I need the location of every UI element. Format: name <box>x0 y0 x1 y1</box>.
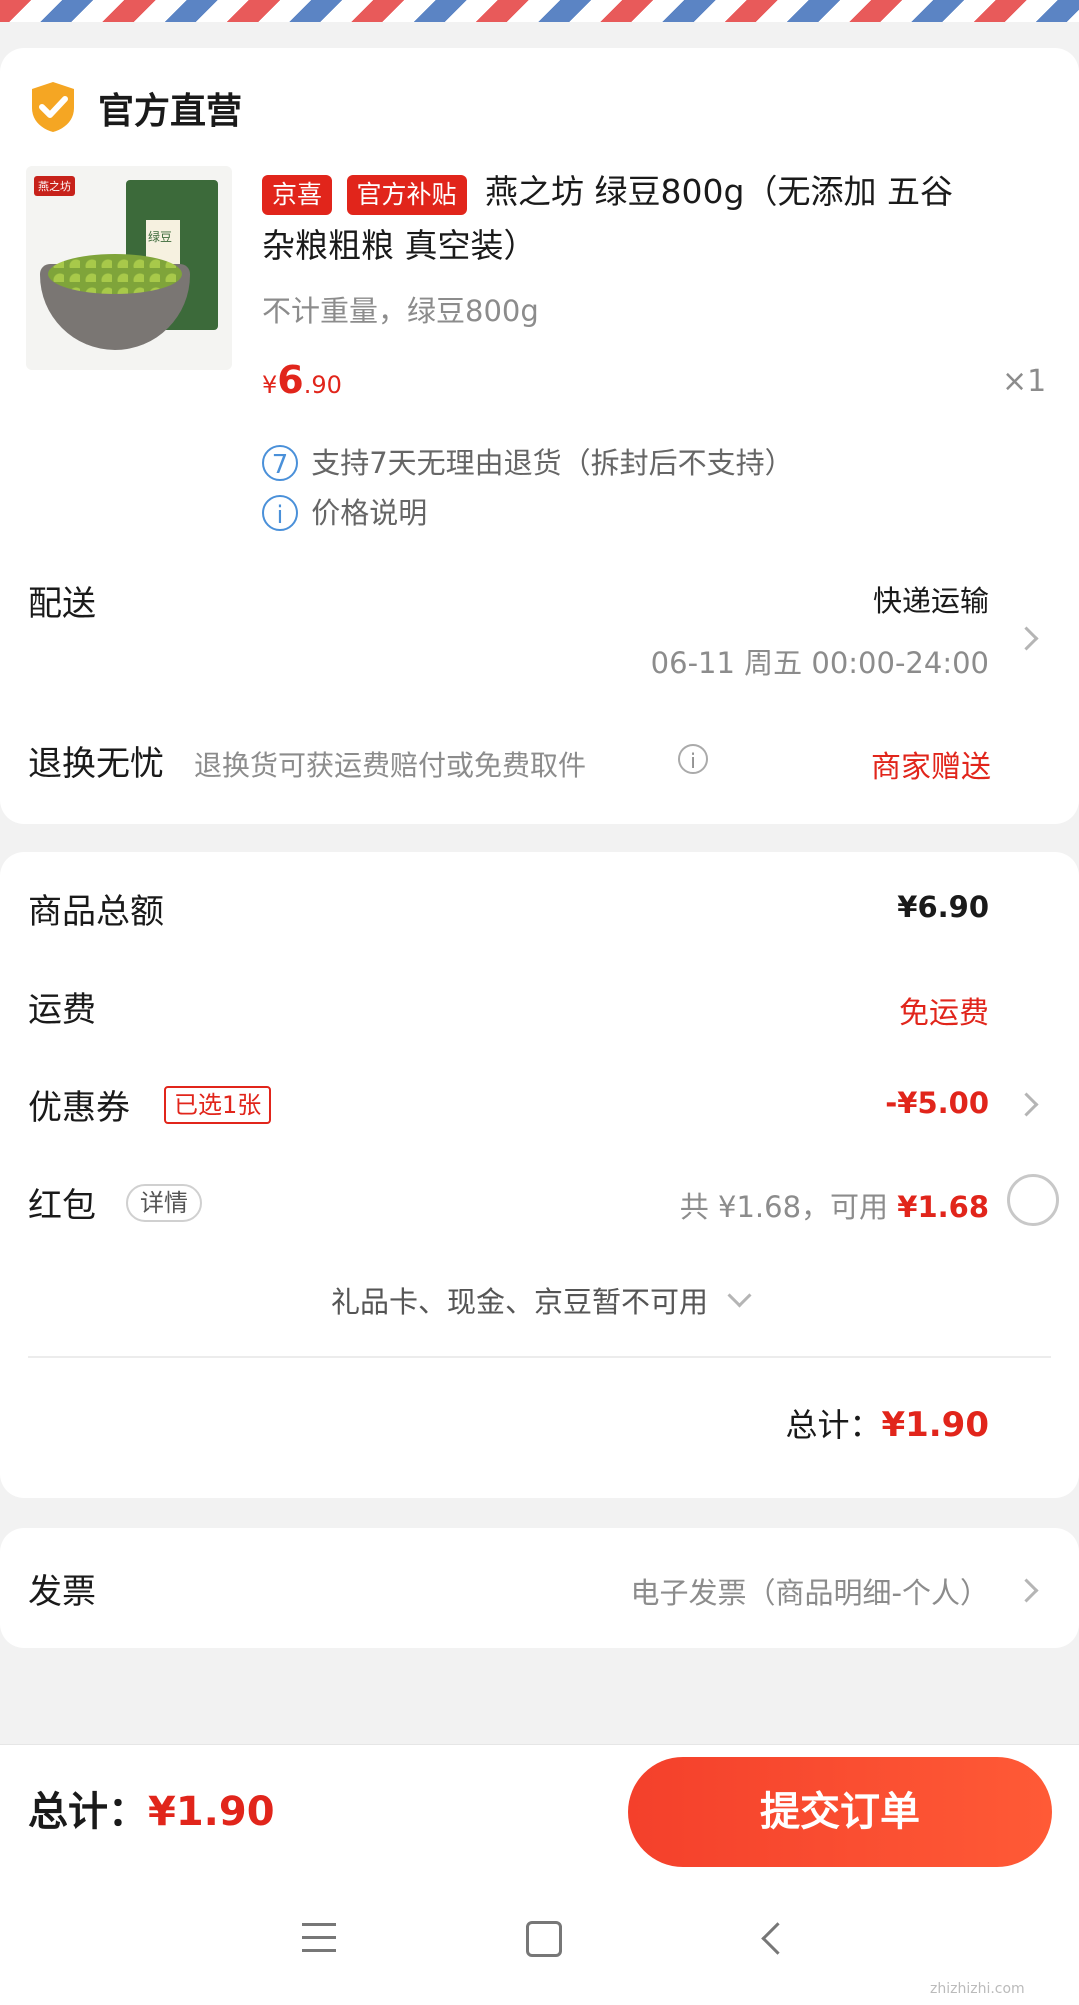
product-quantity: ×1 <box>1002 364 1047 399</box>
info-circle-icon[interactable]: i <box>678 744 708 774</box>
bottom-bar: 总计：¥1.90 提交订单 <box>0 1744 1079 1877</box>
delivery-time: 06-11 周五 00:00-24:00 <box>650 646 989 680</box>
bottom-total: 总计：¥1.90 <box>28 1789 275 1835</box>
goods-total-value: ¥6.90 <box>897 890 989 924</box>
return-insurance-desc: 退换货可获运费赔付或免费取件 <box>194 749 587 782</box>
submit-order-button[interactable]: 提交订单 <box>628 1757 1052 1867</box>
price-note[interactable]: i 价格说明 <box>262 490 427 532</box>
tag-official-subsidy: 官方补贴 <box>346 175 467 215</box>
system-nav-bar: zhizhizhi.com <box>0 1877 1079 2005</box>
product-card: 官方直营 绿豆 燕之坊 京喜 官方补贴 燕之坊 绿豆800g（无添加 五谷 杂粮… <box>0 48 1079 824</box>
delivery-method: 快递运输 <box>872 584 989 618</box>
divider <box>28 1356 1051 1358</box>
redpacket-radio[interactable] <box>1007 1174 1059 1226</box>
redpacket-row[interactable]: 红包 详情 共 ¥1.68，可用 ¥1.68 <box>0 1174 1079 1238</box>
product-price: ¥6.90 <box>262 358 342 402</box>
airmail-border <box>0 0 1079 22</box>
official-shield-icon <box>32 82 74 132</box>
store-name: 官方直营 <box>98 91 243 132</box>
return-policy[interactable]: 7 支持7天无理由退货（拆封后不支持） <box>262 440 794 482</box>
coupon-row[interactable]: 优惠券 已选1张 -¥5.00 <box>0 1080 1079 1140</box>
redpacket-amount: 共 ¥1.68，可用 ¥1.68 <box>679 1190 989 1224</box>
coupon-badge: 已选1张 <box>164 1086 272 1124</box>
chevron-right-icon <box>1014 1578 1039 1603</box>
shipping-value: 免运费 <box>899 996 989 1031</box>
chevron-right-icon <box>1014 626 1039 651</box>
home-icon[interactable] <box>526 1921 562 1957</box>
info-icon: i <box>262 495 298 531</box>
watermark-text: zhizhizhi.com <box>930 1981 1025 1997</box>
shipping-row: 运费 免运费 <box>28 990 989 1031</box>
product-title-line1: 燕之坊 绿豆800g（无添加 五谷 <box>485 172 953 211</box>
price-summary-card: 商品总额 ¥6.90 运费 免运费 优惠券 已选1张 -¥5.00 红包 详情 … <box>0 852 1079 1498</box>
delivery-row[interactable]: 配送 快递运输 06-11 周五 00:00-24:00 <box>0 568 1079 698</box>
invoice-row[interactable]: 发票 电子发票（商品明细-个人） <box>0 1528 1079 1648</box>
delivery-label: 配送 <box>28 584 96 624</box>
redpacket-detail-button[interactable]: 详情 <box>126 1184 202 1222</box>
back-icon[interactable] <box>761 1922 794 1955</box>
return-insurance-label: 退换无忧 <box>28 744 164 784</box>
return-insurance-row[interactable]: 退换无忧 退换货可获运费赔付或免费取件 i 商家赠送 <box>0 730 1079 800</box>
product-title[interactable]: 京喜 官方补贴 燕之坊 绿豆800g（无添加 五谷 <box>262 166 953 218</box>
product-spec[interactable]: 不计重量，绿豆800g <box>262 288 539 330</box>
image-brand-logo: 燕之坊 <box>34 176 75 196</box>
coupon-value: -¥5.00 <box>885 1086 989 1120</box>
summary-total: 总计：¥1.90 <box>785 1405 989 1445</box>
product-title-line2: 杂粮粗粮 真空装） <box>262 226 537 265</box>
invoice-value: 电子发票（商品明细-个人） <box>630 1576 989 1610</box>
chevron-right-icon <box>1014 1092 1039 1117</box>
tag-jingxi: 京喜 <box>262 175 333 215</box>
return-insurance-value: 商家赠送 <box>871 750 991 785</box>
invoice-label: 发票 <box>28 1572 96 1612</box>
seven-day-icon: 7 <box>262 445 298 481</box>
product-image[interactable]: 绿豆 燕之坊 <box>26 166 232 370</box>
mung-beans <box>48 254 182 294</box>
chevron-down-icon <box>727 1283 752 1308</box>
goods-total-row: 商品总额 ¥6.90 <box>28 890 989 932</box>
unavailable-toggle[interactable]: 礼品卡、现金、京豆暂不可用 <box>0 1272 1079 1332</box>
menu-icon[interactable] <box>302 1923 336 1953</box>
